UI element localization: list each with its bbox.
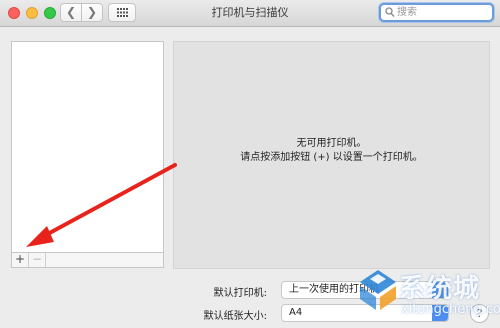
printer-list-controls: + − [11, 252, 164, 268]
forward-button[interactable]: ❯ [81, 3, 103, 22]
printer-list[interactable] [11, 41, 164, 253]
back-button[interactable]: ❮ [60, 3, 82, 22]
paper-size-label: 默认纸张大小: [203, 311, 267, 322]
search-input[interactable] [397, 5, 489, 20]
add-printer-hint: 请点按添加按钮 (+) 以设置一个打印机。 [240, 152, 423, 163]
watermark-text: 系统城 [399, 274, 481, 304]
remove-printer-button[interactable]: − [29, 253, 46, 267]
add-printer-button[interactable]: + [12, 253, 29, 267]
watermark-logo-icon [360, 270, 396, 310]
paper-size-value: A4 [289, 307, 303, 318]
printer-detail-panel: 无可用打印机。 请点按添加按钮 (+) 以设置一个打印机。 [173, 41, 490, 269]
minimize-button[interactable] [26, 7, 38, 19]
zoom-button[interactable] [44, 7, 56, 19]
default-printer-label: 默认打印机: [213, 288, 267, 299]
search-field[interactable] [379, 3, 494, 22]
show-all-button[interactable] [108, 3, 136, 22]
grid-icon [117, 8, 128, 17]
no-printer-message: 无可用打印机。 [296, 138, 367, 149]
title-bar: ❮ ❯ 打印机与扫描仪 [0, 0, 500, 27]
search-icon [385, 7, 395, 18]
watermark-url: xitongcheng.com [401, 302, 500, 317]
close-button[interactable] [8, 7, 20, 19]
window-title: 打印机与扫描仪 [211, 6, 289, 19]
watermark: 系统城 xitongcheng.com [358, 266, 500, 328]
